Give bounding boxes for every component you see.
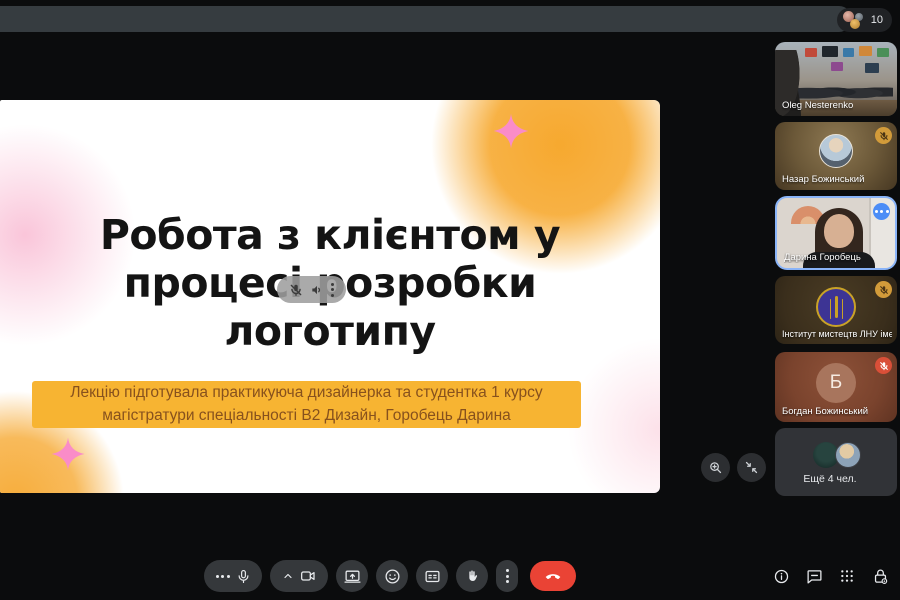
reactions-button[interactable] [376, 560, 408, 592]
present-screen-icon [343, 570, 361, 583]
captions-button[interactable] [416, 560, 448, 592]
mic-off-badge [875, 357, 892, 374]
host-controls-button[interactable] [870, 566, 890, 586]
mic-off-icon [879, 131, 888, 140]
overflow-label: Ещё 4 чел. [803, 473, 857, 485]
participant-name: Назар Божинський [782, 174, 865, 185]
participant-tile[interactable]: Назар Божинський [775, 122, 897, 190]
slide-title-line: логотипу [224, 306, 436, 355]
smiley-icon [384, 568, 400, 584]
participant-count: 10 [870, 14, 883, 26]
presentation-slide: Робота з клієнтом у процесі розробки лог… [0, 100, 660, 493]
call-controls-toolbar [204, 560, 576, 592]
sparkle-icon [50, 436, 86, 472]
meeting-details-button[interactable] [771, 566, 791, 586]
magnifier-plus-icon [710, 462, 722, 474]
wall-art [805, 48, 817, 57]
classroom-audience [793, 80, 893, 102]
chevron-up-icon [284, 573, 292, 579]
participant-avatars-cluster [842, 11, 866, 29]
wall-art [859, 46, 872, 56]
mic-off-icon [879, 361, 888, 370]
participant-name: Інститут мистецтв ЛНУ іме... [782, 329, 892, 339]
participant-name: Дарина Горобець [784, 252, 861, 263]
overflow-avatars [813, 442, 863, 468]
collapse-button[interactable] [737, 453, 766, 482]
apps-grid-icon [841, 570, 853, 582]
mic-icon [238, 569, 248, 583]
mic-off-icon [879, 285, 888, 294]
end-call-phone-icon [545, 574, 561, 579]
captions-icon [424, 570, 440, 582]
chat-icon [806, 569, 822, 584]
participant-tile-active-speaker[interactable]: Дарина Горобець [775, 196, 897, 270]
meeting-panels-toolbar [771, 566, 890, 586]
person-face [824, 214, 854, 248]
overflow-participants-tile[interactable]: Ещё 4 чел. [775, 428, 897, 496]
collapse-arrows-icon [745, 461, 758, 474]
participant-tile[interactable]: Б Богдан Божинський [775, 352, 897, 422]
meeting-window: 10 Робота з клієнтом у процесі розробки … [0, 0, 900, 600]
slide-subtitle-banner: Лекцію підготувала практикуюча дизайнерк… [32, 381, 581, 428]
raise-hand-button[interactable] [456, 560, 488, 592]
raise-hand-icon [469, 570, 478, 581]
audio-overlay-pill[interactable] [277, 276, 346, 303]
initial-avatar: Б [816, 363, 856, 403]
present-screen-button[interactable] [336, 560, 368, 592]
participant-counter[interactable]: 10 [836, 8, 892, 32]
participant-tile[interactable]: Oleg Nesterenko [775, 42, 897, 116]
audio-options-icon [215, 574, 230, 578]
participant-name: Oleg Nesterenko [782, 100, 854, 111]
info-icon [774, 569, 788, 583]
participant-name: Богдан Божинський [782, 406, 869, 417]
lock-icon [874, 569, 887, 584]
more-options-icon [505, 569, 509, 583]
more-options-icon [331, 282, 334, 297]
window-title-bar [0, 6, 852, 32]
camera-icon [301, 571, 315, 581]
camera-button[interactable] [270, 560, 328, 592]
more-options-button[interactable] [496, 560, 518, 592]
mic-button[interactable] [204, 560, 262, 592]
tile-options-button[interactable] [873, 203, 890, 220]
institution-logo [816, 287, 856, 327]
wall-art [822, 46, 838, 57]
mic-off-badge [875, 127, 892, 144]
slide-title-line: Робота з клієнтом у [99, 211, 561, 259]
speaker-icon [312, 285, 320, 294]
wall-art [865, 63, 879, 73]
participant-tile[interactable]: Інститут мистецтв ЛНУ іме... [775, 276, 897, 344]
activities-button[interactable] [837, 566, 857, 586]
avatar [819, 134, 853, 168]
mic-off-icon [290, 284, 302, 296]
more-options-icon [874, 210, 889, 213]
end-call-button[interactable] [530, 561, 576, 591]
zoom-button[interactable] [701, 453, 730, 482]
mic-off-badge [875, 281, 892, 298]
sparkle-icon [492, 112, 530, 150]
chat-button[interactable] [804, 566, 824, 586]
wall-art [877, 48, 889, 57]
wall-art [831, 62, 843, 71]
wall-art [843, 48, 854, 57]
